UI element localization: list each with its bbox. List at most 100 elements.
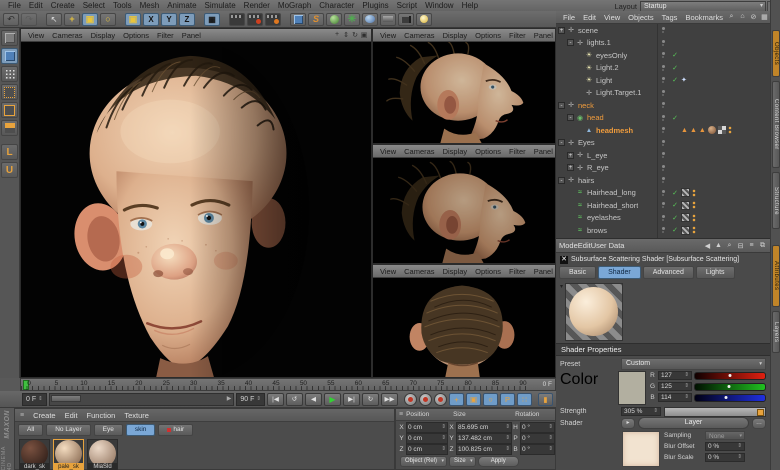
polygons-mode-icon[interactable] — [1, 120, 18, 136]
visibility-dots[interactable] — [657, 89, 669, 96]
collapse-icon[interactable]: ▾ — [560, 283, 563, 341]
texture-mode-icon[interactable] — [1, 66, 18, 82]
layer-shader-preview[interactable] — [622, 431, 660, 467]
expander-icon[interactable]: - — [567, 114, 574, 122]
menu-simulate[interactable]: Simulate — [201, 1, 240, 10]
viewport-menu-panel[interactable]: Panel — [530, 31, 555, 40]
blur-offset-field[interactable]: 0 % ⇕ — [705, 442, 745, 451]
menu-render[interactable]: Render — [240, 1, 274, 10]
menu-select[interactable]: Select — [79, 1, 109, 10]
visibility-dots[interactable] — [657, 114, 669, 121]
undo-icon[interactable]: ↶ — [3, 12, 19, 26]
color-swatch[interactable] — [618, 371, 646, 405]
tree-row-neck[interactable]: - ✛ neck — [556, 99, 770, 112]
menu-tools[interactable]: Tools — [109, 1, 136, 10]
material-layer-tab-hair[interactable]: hair — [158, 423, 194, 436]
slider-handle[interactable] — [727, 384, 731, 388]
dots-tag-icon[interactable] — [692, 201, 697, 210]
shader-expand-button[interactable]: ▸ — [621, 417, 635, 429]
goto-start-button[interactable]: |◀ — [267, 392, 284, 406]
enabled-check-icon[interactable]: ✓ — [669, 64, 681, 72]
nav-up-icon[interactable]: ▲ — [714, 242, 723, 250]
pan-view-icon[interactable]: + — [333, 31, 341, 39]
tree-row-hairhead-short[interactable]: ≈ Hairhead_short ✓ — [556, 199, 770, 212]
dots-tag-icon[interactable] — [692, 213, 697, 222]
add-cube-icon[interactable] — [290, 12, 306, 26]
add-floor-icon[interactable] — [380, 12, 396, 26]
expander-icon[interactable]: - — [567, 39, 574, 47]
new-window-icon[interactable]: ⧉ — [758, 242, 767, 250]
tree-row-head[interactable]: - ◉ head ✓ — [556, 112, 770, 125]
redo-icon[interactable]: ↷ — [21, 12, 37, 26]
axis-x-icon[interactable]: X — [143, 12, 159, 26]
viewport-menu-panel[interactable]: Panel — [178, 31, 205, 40]
om-menu-file[interactable]: File — [559, 13, 579, 22]
start-frame-field[interactable]: 0 F ⇕ — [22, 392, 47, 406]
expander-icon[interactable]: - — [558, 139, 565, 147]
viewport-menu-view[interactable]: View — [376, 31, 400, 40]
enabled-check-icon[interactable]: ✓ — [669, 51, 681, 59]
shader-layer-button[interactable]: Layer — [638, 417, 749, 429]
viewport-side-middle-canvas[interactable] — [373, 158, 555, 263]
record-keyframe-button[interactable] — [404, 392, 417, 406]
position-x-field[interactable]: 0 cm ⇕ — [406, 421, 448, 433]
material-layer-tab-no-layer[interactable]: No Layer — [46, 423, 91, 436]
end-frame-field[interactable]: 90 F ⇕ — [236, 392, 265, 406]
menu-character[interactable]: Character — [315, 1, 358, 10]
nav-back-icon[interactable]: ◀ — [703, 242, 712, 250]
menu-create[interactable]: Create — [47, 1, 79, 10]
size-z-field[interactable]: 100.825 cm ⇕ — [456, 443, 512, 455]
viewport-menu-cameras[interactable]: Cameras — [400, 267, 438, 276]
material-item-miasld[interactable]: MiaSld — [87, 439, 118, 470]
strength-slider[interactable] — [664, 406, 766, 417]
scale-icon[interactable]: ▣ — [82, 12, 98, 26]
channel-value-field[interactable]: 114 ⇕ — [658, 393, 692, 402]
axis-z-icon[interactable]: Z — [179, 12, 195, 26]
am-menu-user-data[interactable]: User Data — [591, 241, 625, 250]
material-layer-tab-all[interactable]: All — [18, 423, 44, 436]
axis-mode-icon[interactable]: L — [1, 144, 18, 160]
slider-handle[interactable] — [724, 395, 728, 399]
position-y-field[interactable]: 0 cm ⇕ — [406, 432, 448, 444]
visibility-dots[interactable] — [657, 139, 669, 146]
coord-system-icon[interactable]: ▦ — [204, 12, 220, 26]
strength-field[interactable]: 305 % ⇕ — [621, 407, 661, 416]
visibility-dots[interactable] — [657, 189, 669, 196]
preset-select[interactable]: Custom — [621, 358, 766, 370]
om-menu-tags[interactable]: Tags — [658, 13, 682, 22]
menu-plugins[interactable]: Plugins — [358, 1, 392, 10]
visibility-dots[interactable] — [657, 227, 669, 234]
tree-row-eyes[interactable]: - ✛ Eyes — [556, 137, 770, 150]
channel-slider[interactable] — [694, 393, 766, 402]
key-scale-toggle[interactable]: ▣ — [466, 392, 481, 406]
rotation-h-field[interactable]: 0 ° ⇕ — [520, 421, 555, 433]
cycle-button[interactable]: ↻ — [362, 392, 379, 406]
viewport-menu-options[interactable]: Options — [471, 31, 505, 40]
add-spline-icon[interactable]: S — [308, 12, 324, 26]
menu-mograph[interactable]: MoGraph — [274, 1, 315, 10]
enabled-check-icon[interactable]: ✓ — [669, 214, 681, 222]
add-light-icon[interactable] — [416, 12, 432, 26]
viewport-menu-filter[interactable]: Filter — [505, 31, 530, 40]
warn-tag-icon[interactable]: ▲ — [690, 127, 697, 134]
strength-slider-handle[interactable] — [757, 408, 764, 416]
toggle-panel-icon[interactable]: ▣ — [360, 31, 368, 39]
visibility-dots[interactable] — [657, 214, 669, 221]
search-icon[interactable]: ⌕ — [725, 242, 734, 250]
attribute-tab-shader[interactable]: Shader — [598, 266, 641, 279]
material-menu-edit[interactable]: Edit — [65, 411, 78, 420]
sampling-select[interactable]: None — [705, 431, 745, 441]
visibility-dots[interactable] — [657, 164, 669, 171]
expander-icon[interactable]: + — [558, 26, 565, 34]
autokey-button[interactable] — [419, 392, 432, 406]
viewport-perspective-canvas[interactable] — [21, 42, 371, 377]
viewport-menu-panel[interactable]: Panel — [530, 267, 555, 276]
viewport-menu-display[interactable]: Display — [439, 267, 472, 276]
add-array-icon[interactable]: ✳ — [344, 12, 360, 26]
viewport-menu-display[interactable]: Display — [439, 147, 472, 156]
expander-icon[interactable]: - — [558, 176, 565, 184]
visibility-dots[interactable] — [657, 152, 669, 159]
solo-button[interactable]: ▮ — [538, 392, 553, 406]
warn-tag-icon[interactable]: ▲ — [699, 127, 706, 134]
am-menu-mode[interactable]: Mode — [559, 241, 578, 250]
